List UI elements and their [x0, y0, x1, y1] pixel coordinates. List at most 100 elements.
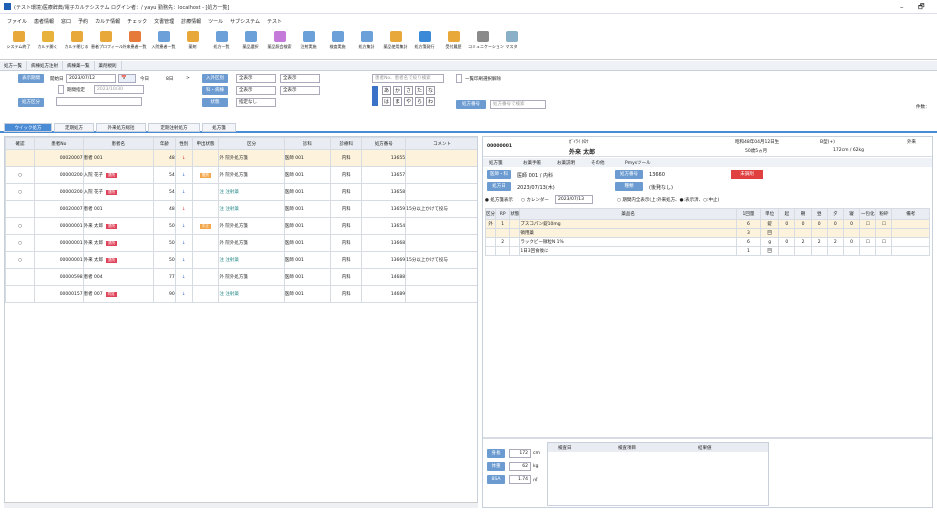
column-header[interactable]: 患者名 — [82, 137, 154, 150]
toolbar-button[interactable]: 薬品照会検索 — [265, 28, 294, 60]
patient-menu-item[interactable]: Pmysツール — [625, 160, 651, 166]
rx-checkbox[interactable]: ☐ — [875, 237, 893, 247]
column-header[interactable]: コメント — [405, 137, 477, 150]
kana-button[interactable]: な — [426, 86, 435, 95]
toolbar-button[interactable]: 患者プロフィール — [91, 28, 123, 60]
menu-item[interactable]: 診療情報 — [181, 18, 201, 25]
table-row[interactable]: 00020007 患者 001 48 ↓ 注 注射薬 医師 001 内科 13659 15分以上… — [5, 200, 477, 218]
dept-button[interactable]: 科・病棟 — [202, 86, 228, 95]
doctor-button[interactable]: 医師・科 — [487, 170, 511, 179]
toolbar-button[interactable]: カルテ開く — [33, 28, 62, 60]
toolbar-button[interactable]: 処方集計 — [352, 28, 381, 60]
order-number-input[interactable]: 処方番号で検索 — [490, 100, 546, 109]
rx-checkbox[interactable]: ☐ — [875, 219, 893, 229]
option-calendar[interactable]: ○ カレンダー — [521, 197, 549, 203]
height-input[interactable]: 172 — [509, 449, 531, 458]
menu-item[interactable]: ファイル — [7, 18, 27, 25]
menu-item[interactable]: 予約 — [78, 18, 88, 25]
toolbar-button[interactable]: カルテ閉じる — [62, 28, 91, 60]
column-header[interactable]: 区分 — [218, 137, 285, 150]
column-header[interactable]: 性別 — [174, 137, 193, 150]
toolbar-button[interactable]: 検査実施 — [323, 28, 352, 60]
toolbar-button[interactable]: 処方箋発行 — [410, 28, 439, 60]
start-date-input[interactable]: 2023/07/12 — [66, 74, 116, 83]
kana-button[interactable]: ま — [393, 97, 402, 106]
table-row[interactable]: ○ 00000001 外来 太郎 退院 50 ↓ 中止外 院外処方箋 医師 001 内科 1365… — [5, 217, 477, 235]
calendar-button[interactable]: 📅 — [118, 74, 136, 83]
table-row[interactable]: 00000598 患者 004 77 ↓ 外 院外処方箋 医師 001 内科 14688 — [5, 268, 477, 286]
function-tab[interactable]: 病棟薬一覧 — [63, 61, 95, 71]
column-header[interactable]: 診療科 — [329, 137, 363, 150]
table-row[interactable]: 00020007 患者 001 48 ↓ 外 院外処方箋 医師 001 内科 13655 — [5, 149, 477, 167]
search-input[interactable]: 患者No、患者名で絞り検索 — [372, 74, 444, 83]
toolbar-button[interactable]: 薬品選択 — [236, 28, 265, 60]
table-row[interactable]: ○ 00000001 外来 太郎 退院 50 ↓ 外 院外処方箋 医師 001 内科 13668 — [5, 234, 477, 252]
kana-button[interactable]: や — [404, 97, 413, 106]
menu-item[interactable]: サブシステム — [230, 18, 260, 25]
rx-number-button[interactable]: 処方番号 — [615, 170, 643, 179]
toolbar-button[interactable]: システム終了 — [4, 28, 33, 60]
function-tab[interactable]: 処方一覧 — [0, 61, 27, 71]
rx-row[interactable]: 1日3回食後に 1 回 — [484, 246, 930, 256]
kana-button[interactable]: あ — [382, 86, 391, 95]
menu-item[interactable]: 窓口 — [61, 18, 71, 25]
bsa-input[interactable]: 1.74 — [509, 475, 531, 484]
column-header[interactable]: 処方番号 — [361, 137, 407, 150]
patient-menu-item[interactable]: 処方箋 — [489, 160, 503, 166]
kana-button[interactable]: ら — [415, 97, 424, 106]
table-row[interactable]: ○ 00000001 外来 太郎 退院 50 ↓ 注 注射薬 医師 001 内科 13669 15分… — [5, 251, 477, 269]
rx-type-select[interactable] — [56, 97, 142, 106]
kana-button[interactable]: さ — [404, 86, 413, 95]
toolbar-button[interactable]: 薬剤 — [178, 28, 207, 60]
menu-item[interactable]: カルテ情報 — [95, 18, 120, 25]
table-row[interactable]: 00000157 患者 007 同姓 90 ↓ 注 注射薬 医師 001 内科 14689 — [5, 285, 477, 303]
kana-button[interactable]: た — [415, 86, 424, 95]
dept-select[interactable]: 全表示 — [236, 86, 276, 95]
column-header[interactable]: 確認 — [5, 137, 36, 150]
patient-menu-item[interactable]: お薬手帳 — [523, 160, 541, 166]
status-select[interactable]: 指定なし — [236, 98, 276, 107]
kana-button[interactable]: か — [393, 86, 402, 95]
kind-button[interactable]: 種類 — [615, 182, 643, 191]
horizontal-scrollbar[interactable] — [4, 502, 478, 508]
rx-type-button[interactable]: 処方区分 — [18, 98, 44, 107]
subtab[interactable]: 処方箋 — [202, 123, 236, 132]
toolbar-button[interactable]: 入院患者一覧 — [149, 28, 178, 60]
toolbar-button[interactable]: 外来患者一覧 — [120, 28, 149, 60]
column-header[interactable]: 申出状態 — [191, 137, 220, 150]
subtab[interactable]: 定期処方 — [54, 123, 94, 132]
all-select-1[interactable]: 全表示 — [280, 74, 320, 83]
option-period[interactable]: ○ 期間内全表示(上:外来処方、●:表示済、○:中止) — [617, 197, 719, 203]
rx-date-button[interactable]: 処方日 — [487, 182, 511, 191]
all-select-2[interactable]: 全表示 — [280, 86, 320, 95]
weight-input[interactable]: 62 — [509, 462, 531, 471]
menu-item[interactable]: 患者情報 — [34, 18, 54, 25]
rx-row[interactable]: 頓用薬 3 回 — [484, 228, 930, 238]
function-tab[interactable]: 薬剤規則 — [95, 61, 122, 71]
order-number-button[interactable]: 処方番号 — [456, 100, 486, 109]
subtab[interactable]: ウイック処方 — [4, 123, 52, 132]
kana-button[interactable]: わ — [426, 97, 435, 106]
rx-row[interactable]: 2 ラックビー微粒N 1% 6 g 0 2 2 2 0 ☐ ☐ — [484, 237, 930, 247]
select-all-checkbox[interactable] — [456, 74, 462, 83]
next-arrow-icon[interactable]: > — [186, 76, 190, 81]
toolbar-button[interactable]: 受付履歴 — [439, 28, 468, 60]
rx-checkbox[interactable]: ☐ — [859, 219, 877, 229]
menu-item[interactable]: テスト — [267, 18, 282, 25]
function-tab[interactable]: 病棟処方注射 — [27, 61, 63, 71]
subtab[interactable]: 外来処方総括 — [96, 123, 146, 132]
kana-scroll[interactable] — [372, 86, 378, 106]
minimize-button[interactable]: – — [900, 3, 904, 11]
rx-row[interactable]: 外 1 ブスコパン錠10mg 6 錠 0 0 0 0 0 ☐ ☐ — [484, 219, 930, 229]
end-date-input[interactable]: 2023/10/30 — [94, 85, 144, 94]
column-header[interactable]: 患者No — [34, 137, 84, 150]
period-button[interactable]: 表示期間 — [18, 74, 44, 83]
toolbar-button[interactable]: 処方一覧 — [207, 28, 236, 60]
menu-item[interactable]: チェック — [127, 18, 147, 25]
table-row[interactable]: ○ 00000200 入院 花子 退院 54 ↓ 鑑別外 院外処方箋 医師 001 内科 1365… — [5, 166, 477, 184]
menu-item[interactable]: 文書管理 — [154, 18, 174, 25]
kana-button[interactable]: は — [382, 97, 391, 106]
inout-select[interactable]: 全表示 — [236, 74, 276, 83]
status-button[interactable]: 状態 — [202, 98, 228, 107]
today-label[interactable]: 今日 — [140, 76, 149, 82]
